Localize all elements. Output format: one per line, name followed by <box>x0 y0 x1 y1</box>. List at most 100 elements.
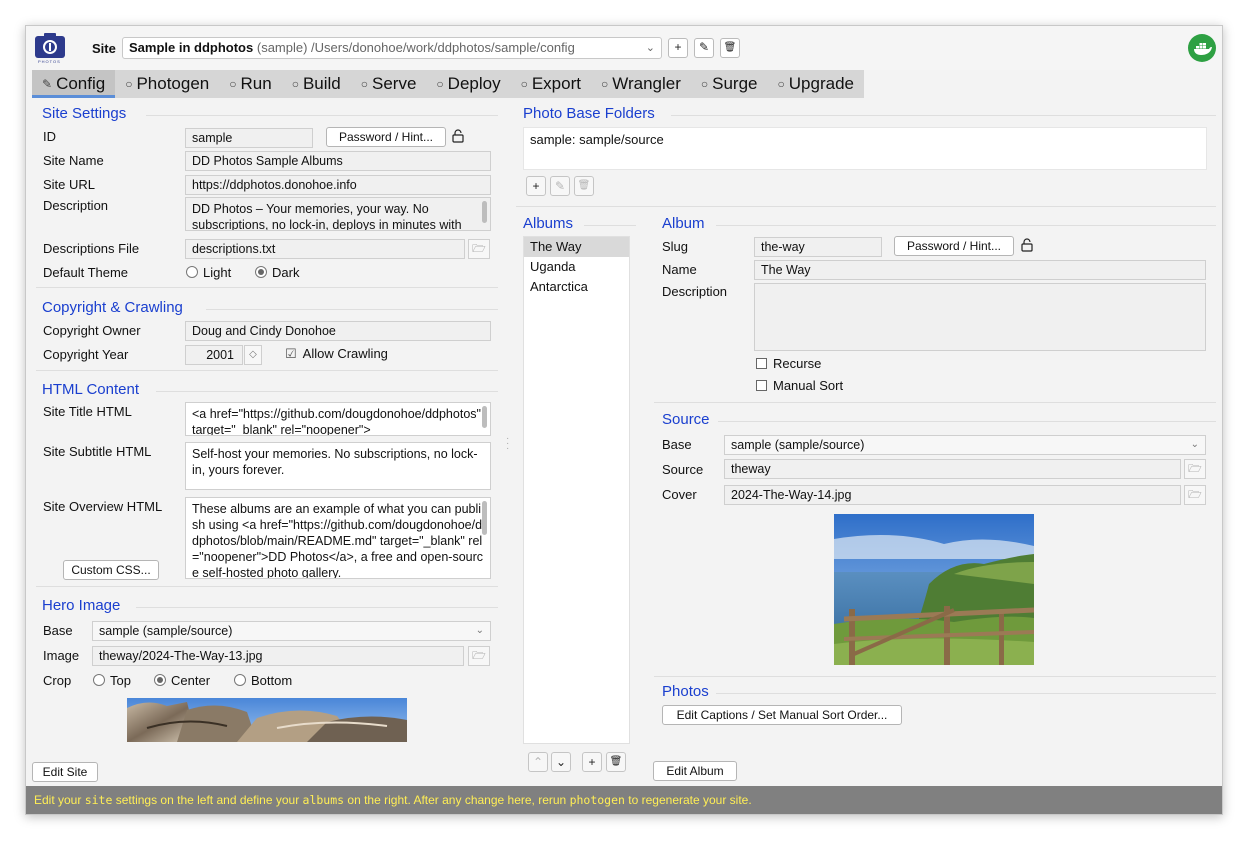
scrollbar[interactable] <box>482 201 487 223</box>
description-label: Description <box>43 198 109 213</box>
theme-light-radio[interactable]: Light <box>186 265 231 280</box>
tab-config[interactable]: ✎ Config <box>32 70 116 98</box>
allow-crawling-checkbox[interactable]: ☑ Allow Crawling <box>285 346 388 362</box>
site-select[interactable]: Sample in ddphotos (sample) /Users/donoh… <box>122 37 662 59</box>
edit-folder-button[interactable]: ✎ <box>550 176 570 196</box>
add-site-button[interactable]: + <box>668 38 688 58</box>
tab-upgrade[interactable]: ○ Upgrade <box>768 70 864 98</box>
site-password-button[interactable]: Password / Hint... <box>326 127 446 147</box>
radio-icon: ○ <box>600 77 609 91</box>
tab-surge[interactable]: ○ Surge <box>691 70 768 98</box>
stepper-icon[interactable]: ◇ <box>244 345 262 365</box>
radio-selected-icon <box>255 266 267 278</box>
site-title-html-textarea[interactable]: <a href="https://github.com/dougdonohoe/… <box>185 402 491 436</box>
delete-site-button[interactable]: 🗑 <box>720 38 740 58</box>
folder-icon[interactable]: 🗁 <box>468 646 490 666</box>
copyright-year-label: Copyright Year <box>43 347 129 362</box>
tab-export[interactable]: ○ Export <box>511 70 591 98</box>
checkbox-icon <box>756 380 767 391</box>
cover-field[interactable]: 2024-The-Way-14.jpg <box>724 485 1181 505</box>
album-list-item-uganda[interactable]: Uganda <box>524 257 629 277</box>
folder-icon[interactable]: 🗁 <box>468 239 490 259</box>
copyright-owner-field[interactable]: Doug and Cindy Donohoe <box>185 321 491 341</box>
edit-captions-button[interactable]: Edit Captions / Set Manual Sort Order... <box>662 705 902 725</box>
status-keyword-albums: albums <box>302 793 345 807</box>
crop-bottom-radio[interactable]: Bottom <box>234 673 292 688</box>
site-subtitle-html-textarea[interactable]: Self-host your memories. No subscription… <box>185 442 491 490</box>
scrollbar[interactable] <box>482 501 487 535</box>
tab-wrangler[interactable]: ○ Wrangler <box>591 70 691 98</box>
tab-label: Photogen <box>136 74 210 93</box>
album-description-label: Description <box>662 284 728 299</box>
site-overview-html-textarea[interactable]: These albums are an example of what you … <box>185 497 491 579</box>
move-album-down-button[interactable]: ⌄ <box>551 752 571 772</box>
radio-icon: ○ <box>229 77 237 91</box>
custom-css-button[interactable]: Custom CSS... <box>63 560 159 580</box>
tab-build[interactable]: ○ Build <box>282 70 351 98</box>
album-description-textarea[interactable] <box>754 283 1206 351</box>
album-list-item-antarctica[interactable]: Antarctica <box>524 277 629 297</box>
album-name-field[interactable]: The Way <box>754 260 1206 280</box>
tab-serve[interactable]: ○ Serve <box>351 70 427 98</box>
cover-label: Cover <box>662 487 697 502</box>
crop-center-label: Center <box>171 673 211 688</box>
site-url-field[interactable]: https://ddphotos.donohoe.info <box>185 175 491 195</box>
source-base-value: sample (sample/source) <box>731 438 865 452</box>
album-password-button[interactable]: Password / Hint... <box>894 236 1014 256</box>
hero-base-label: Base <box>43 623 73 638</box>
edit-site-button[interactable]: Edit Site <box>32 762 98 782</box>
site-label: Site <box>92 41 116 56</box>
radio-selected-icon <box>154 674 166 686</box>
hero-base-select[interactable]: sample (sample/source) ⌄ <box>92 621 491 641</box>
divider <box>654 402 1216 403</box>
photo-base-folders-list: sample: sample/source <box>523 127 1207 170</box>
logo-text: PHOTOS <box>38 59 61 64</box>
site-url-label: Site URL <box>43 177 96 192</box>
tab-label: Upgrade <box>788 74 854 93</box>
folder-icon[interactable]: 🗁 <box>1184 485 1206 505</box>
crop-top-radio[interactable]: Top <box>93 673 131 688</box>
docker-icon[interactable] <box>1188 34 1216 62</box>
album-title: Album <box>662 215 705 232</box>
add-album-button[interactable]: + <box>582 752 602 772</box>
descriptions-file-field[interactable]: descriptions.txt <box>185 239 465 259</box>
tab-run[interactable]: ○ Run <box>219 70 281 98</box>
source-base-select[interactable]: sample (sample/source) ⌄ <box>724 435 1206 455</box>
radio-icon <box>93 674 105 686</box>
delete-album-button[interactable]: 🗑 <box>606 752 626 772</box>
delete-folder-button[interactable]: 🗑 <box>574 176 594 196</box>
left-pane: Site Settings ID sample Password / Hint.… <box>26 98 506 788</box>
crop-center-radio[interactable]: Center <box>154 673 210 688</box>
manual-sort-checkbox[interactable]: Manual Sort <box>756 378 843 393</box>
scrollbar[interactable] <box>482 406 487 428</box>
move-album-up-button[interactable]: ⌃ <box>528 752 548 772</box>
site-name-field[interactable]: DD Photos Sample Albums <box>185 151 491 171</box>
add-folder-button[interactable]: + <box>526 176 546 196</box>
source-field[interactable]: theway <box>724 459 1181 479</box>
edit-site-icon-button[interactable]: ✎ <box>694 38 714 58</box>
description-text: DD Photos – Your memories, your way. No … <box>192 202 462 231</box>
id-field[interactable]: sample <box>185 128 313 148</box>
tab-label: Run <box>240 74 272 93</box>
folder-icon[interactable]: 🗁 <box>1184 459 1206 479</box>
tab-deploy[interactable]: ○ Deploy <box>426 70 510 98</box>
tab-label: Export <box>531 74 581 93</box>
html-content-title: HTML Content <box>42 381 139 398</box>
list-item[interactable]: sample: sample/source <box>530 131 1200 149</box>
description-textarea[interactable]: DD Photos – Your memories, your way. No … <box>185 197 491 231</box>
source-base-label: Base <box>662 437 692 452</box>
copyright-year-field[interactable]: 2001 <box>185 345 243 365</box>
divider <box>156 391 498 392</box>
divider <box>136 607 498 608</box>
album-list-item-the-way[interactable]: The Way <box>524 237 629 257</box>
edit-album-button[interactable]: Edit Album <box>653 761 737 781</box>
hero-base-value: sample (sample/source) <box>99 624 233 638</box>
tab-photogen[interactable]: ○ Photogen <box>115 70 219 98</box>
radio-icon <box>234 674 246 686</box>
pane-splitter-handle[interactable]: · · · <box>506 434 509 454</box>
recurse-checkbox[interactable]: Recurse <box>756 356 821 371</box>
slug-field[interactable]: the-way <box>754 237 882 257</box>
hero-image-field[interactable]: theway/2024-The-Way-13.jpg <box>92 646 464 666</box>
site-subtitle-html-label: Site Subtitle HTML <box>43 444 152 459</box>
theme-dark-radio[interactable]: Dark <box>255 265 299 280</box>
